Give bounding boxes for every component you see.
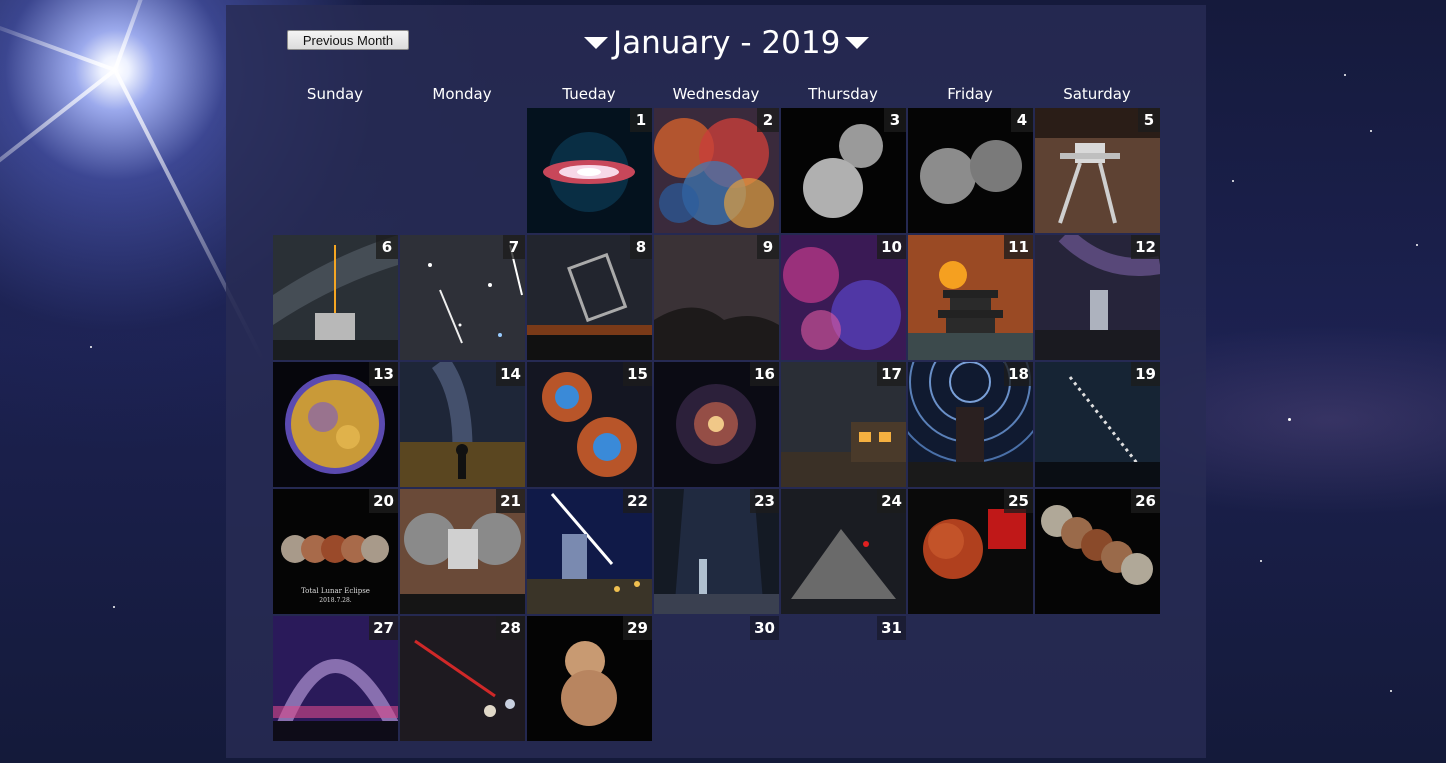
lens-flare-ray bbox=[113, 0, 158, 71]
star bbox=[1416, 244, 1418, 246]
day-cell-19[interactable]: 19 bbox=[1035, 362, 1160, 487]
day-number: 19 bbox=[1131, 362, 1160, 386]
day-number: 29 bbox=[623, 616, 652, 640]
star bbox=[90, 346, 92, 348]
day-cell-8[interactable]: 8 bbox=[527, 235, 652, 360]
month-dropdown-icon[interactable] bbox=[584, 37, 608, 49]
weekday-saturday: Saturday bbox=[1063, 85, 1131, 103]
star bbox=[1370, 130, 1372, 132]
day-cell-20[interactable]: Total Lunar Eclipse 2018.7.28. 20 bbox=[273, 489, 398, 614]
day-number: 8 bbox=[630, 235, 652, 259]
day-cell-14[interactable]: 14 bbox=[400, 362, 525, 487]
day-number: 20 bbox=[369, 489, 398, 513]
day-number: 10 bbox=[877, 235, 906, 259]
day-number: 25 bbox=[1004, 489, 1033, 513]
day-number: 2 bbox=[757, 108, 779, 132]
day-number: 18 bbox=[1004, 362, 1033, 386]
day-cell-26[interactable]: 26 bbox=[1035, 489, 1160, 614]
day-cell-18[interactable]: 18 bbox=[908, 362, 1033, 487]
day-number: 21 bbox=[496, 489, 525, 513]
star bbox=[1232, 180, 1234, 182]
day-cell-6[interactable]: 6 bbox=[273, 235, 398, 360]
day-number: 3 bbox=[884, 108, 906, 132]
calendar-panel: Previous Month January - 2019 Sunday Mon… bbox=[226, 5, 1206, 758]
month-title: January - 2019 bbox=[613, 25, 841, 61]
day-cell-2[interactable]: 2 bbox=[654, 108, 779, 233]
day-cell-30[interactable]: 30 bbox=[654, 616, 779, 741]
day-number: 4 bbox=[1011, 108, 1033, 132]
year-dropdown-icon[interactable] bbox=[845, 37, 870, 49]
star bbox=[1260, 560, 1262, 562]
month-title-row: January - 2019 bbox=[584, 23, 870, 63]
day-number: 1 bbox=[630, 108, 652, 132]
day-cell-21[interactable]: 21 bbox=[400, 489, 525, 614]
weekday-monday: Monday bbox=[432, 85, 492, 103]
day-number: 14 bbox=[496, 362, 525, 386]
day-number: 27 bbox=[369, 616, 398, 640]
day-number: 6 bbox=[376, 235, 398, 259]
day-cell-4[interactable]: 4 bbox=[908, 108, 1033, 233]
day-cell-31[interactable]: 31 bbox=[781, 616, 906, 741]
weekday-friday: Friday bbox=[947, 85, 993, 103]
day-number: 26 bbox=[1131, 489, 1160, 513]
day-cell-16[interactable]: 16 bbox=[654, 362, 779, 487]
day-number: 9 bbox=[757, 235, 779, 259]
day-number: 15 bbox=[623, 362, 652, 386]
previous-month-button[interactable]: Previous Month bbox=[287, 30, 409, 50]
day-number: 28 bbox=[496, 616, 525, 640]
day-cell-5[interactable]: 5 bbox=[1035, 108, 1160, 233]
day-number: 22 bbox=[623, 489, 652, 513]
day-cell-28[interactable]: 28 bbox=[400, 616, 525, 741]
star bbox=[1390, 690, 1392, 692]
day-number: 12 bbox=[1131, 235, 1160, 259]
day-number: 11 bbox=[1004, 235, 1033, 259]
day-cell-27[interactable]: 27 bbox=[273, 616, 398, 741]
day-cell-25[interactable]: 25 bbox=[908, 489, 1033, 614]
weekday-sunday: Sunday bbox=[306, 85, 364, 103]
day-number: 23 bbox=[750, 489, 779, 513]
day-cell-15[interactable]: 15 bbox=[527, 362, 652, 487]
eclipse-caption: Total Lunar Eclipse bbox=[301, 587, 370, 595]
day-cell-1[interactable]: 1 bbox=[527, 108, 652, 233]
day-number: 13 bbox=[369, 362, 398, 386]
lens-flare-ray bbox=[0, 68, 117, 220]
day-cell-17[interactable]: 17 bbox=[781, 362, 906, 487]
day-number: 30 bbox=[750, 616, 779, 640]
day-cell-10[interactable]: 10 bbox=[781, 235, 906, 360]
star bbox=[113, 606, 115, 608]
star bbox=[1288, 418, 1291, 421]
day-cell-29[interactable]: 29 bbox=[527, 616, 652, 741]
day-number: 24 bbox=[877, 489, 906, 513]
day-cell-22[interactable]: 22 bbox=[527, 489, 652, 614]
day-cell-24[interactable]: 24 bbox=[781, 489, 906, 614]
weekday-tuesday: Tueday bbox=[562, 85, 616, 103]
day-cell-3[interactable]: 3 bbox=[781, 108, 906, 233]
day-number: 17 bbox=[877, 362, 906, 386]
day-cell-23[interactable]: 23 bbox=[654, 489, 779, 614]
star bbox=[1344, 74, 1346, 76]
day-number: 31 bbox=[877, 616, 906, 640]
day-cell-7[interactable]: 7 bbox=[400, 235, 525, 360]
lens-flare-ray bbox=[0, 16, 116, 72]
day-cell-11[interactable]: 11 bbox=[908, 235, 1033, 360]
day-number: 5 bbox=[1138, 108, 1160, 132]
weekday-thursday: Thursday bbox=[808, 85, 878, 103]
day-cell-9[interactable]: 9 bbox=[654, 235, 779, 360]
day-number: 16 bbox=[750, 362, 779, 386]
day-cell-13[interactable]: 13 bbox=[273, 362, 398, 487]
eclipse-date: 2018.7.28. bbox=[319, 597, 352, 604]
weekday-wednesday: Wednesday bbox=[672, 85, 760, 103]
day-number: 7 bbox=[503, 235, 525, 259]
day-cell-12[interactable]: 12 bbox=[1035, 235, 1160, 360]
